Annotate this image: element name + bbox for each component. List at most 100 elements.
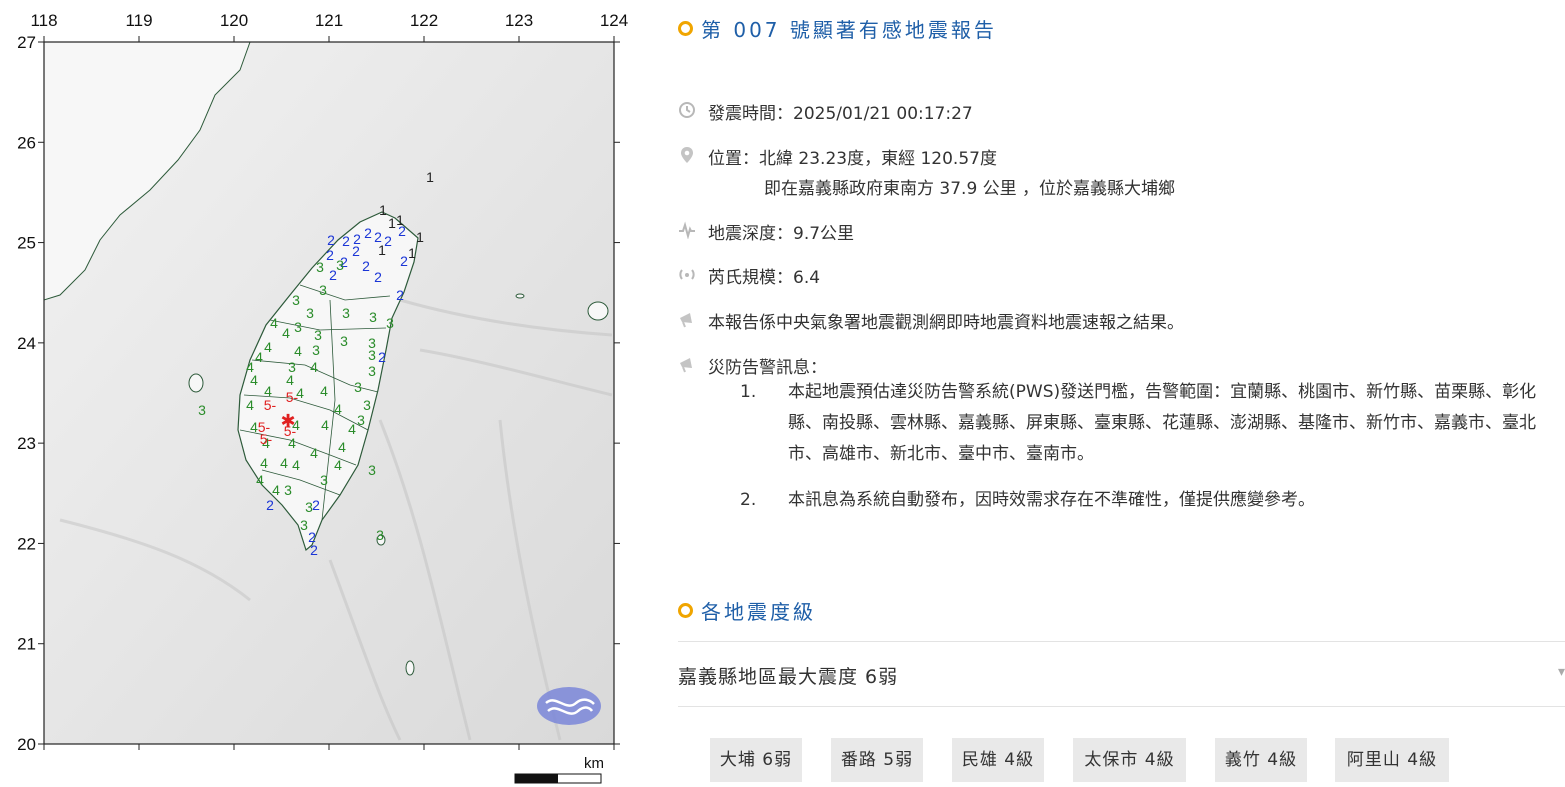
intensity-marker: 3 bbox=[305, 499, 313, 515]
intensity-marker: 4 bbox=[338, 439, 346, 455]
intensity-marker: 4 bbox=[270, 315, 278, 331]
scale-unit-label: km bbox=[584, 755, 604, 772]
megaphone-icon bbox=[678, 310, 696, 328]
intensity-marker: 4 bbox=[260, 455, 268, 471]
bullet-circle-icon bbox=[678, 21, 693, 36]
intensity-marker: 1 bbox=[388, 215, 396, 231]
station-chip[interactable]: 番路 5弱 bbox=[831, 738, 923, 782]
intensity-marker: 5- bbox=[260, 431, 273, 447]
intensity-marker: 4 bbox=[348, 421, 356, 437]
intensity-marker: 2 bbox=[266, 497, 274, 513]
map-svg: 118 119 120 121 122 123 1242726252423222120 11… bbox=[17, 11, 628, 784]
longitude-label: 121 bbox=[315, 11, 343, 30]
station-chip[interactable]: 民雄 4級 bbox=[952, 738, 1044, 782]
intensity-section-title: 各地震度級 bbox=[701, 600, 816, 624]
intensity-marker: 2 bbox=[396, 287, 404, 303]
intensity-marker: 4 bbox=[280, 455, 288, 471]
longitude-label: 118 bbox=[30, 11, 57, 30]
intensity-marker: 4 bbox=[320, 383, 328, 399]
latitude-label: 26 bbox=[17, 133, 36, 152]
intensity-marker: 3 bbox=[363, 397, 371, 413]
intensity-marker: 3 bbox=[357, 412, 365, 428]
intensity-marker: 2 bbox=[312, 497, 320, 513]
location-text: 位置：北緯 23.23度，東經 120.57度 bbox=[708, 149, 997, 169]
intensity-section-title-row: 各地震度級 bbox=[678, 596, 816, 625]
longitude-label: 119 bbox=[125, 11, 152, 30]
intensity-marker: 4 bbox=[246, 397, 254, 413]
megaphone-icon bbox=[678, 355, 696, 373]
intensity-marker: 3 bbox=[198, 402, 206, 418]
intensity-marker: 2 bbox=[398, 223, 406, 239]
latitude-label: 21 bbox=[17, 635, 36, 654]
intensity-marker: 3 bbox=[316, 259, 324, 275]
intensity-marker: 4 bbox=[255, 349, 263, 365]
intensity-marker: 2 bbox=[327, 232, 335, 248]
intensity-marker: 2 bbox=[362, 258, 370, 274]
location-row: 位置：北緯 23.23度，東經 120.57度 bbox=[678, 144, 997, 169]
intensity-marker: 4 bbox=[334, 457, 342, 473]
warning-2-text: 本訊息為系統自動發布，因時效需求存在不準確性，僅提供應變參考。 bbox=[788, 490, 1315, 510]
intensity-marker: 2 bbox=[364, 225, 372, 241]
intensity-marker: 3 bbox=[294, 319, 302, 335]
intensity-marker: 2 bbox=[342, 233, 350, 249]
station-chip[interactable]: 太保市 4級 bbox=[1073, 738, 1186, 782]
station-chip[interactable]: 義竹 4級 bbox=[1215, 738, 1307, 782]
intensity-marker: 3 bbox=[306, 305, 314, 321]
intensity-marker: 3 bbox=[292, 292, 300, 308]
intensity-marker: 1 bbox=[408, 245, 416, 261]
clock-icon bbox=[678, 101, 696, 119]
chevron-down-icon[interactable]: ▾ bbox=[1558, 664, 1565, 680]
warning-title-row: 災防告警訊息： bbox=[678, 353, 827, 378]
depth-row: 地震深度：9.7公里 bbox=[678, 219, 854, 244]
max-intensity-summary: 嘉義縣地區最大震度 6弱 bbox=[678, 666, 899, 688]
warning-title: 災防告警訊息： bbox=[708, 358, 827, 378]
intensity-marker: 3 bbox=[300, 517, 308, 533]
signal-icon bbox=[678, 265, 696, 283]
max-intensity-accordion[interactable]: 嘉義縣地區最大震度 6弱 ▾ bbox=[678, 641, 1565, 707]
report-panel: 第 007 號顯著有感地震報告 發震時間：2025/01/21 00:17:27… bbox=[678, 0, 1565, 787]
latitude-label: 22 bbox=[17, 534, 36, 553]
latitude-label: 27 bbox=[17, 33, 36, 52]
intensity-marker: 1 bbox=[416, 229, 424, 245]
epicenter-star-icon: ✱ bbox=[280, 411, 295, 432]
intensity-marker: 2 bbox=[352, 243, 360, 259]
location-detail: 即在嘉義縣政府東南方 37.9 公里 ，位於嘉義縣大埔鄉 bbox=[764, 179, 1176, 199]
intensity-marker: 4 bbox=[294, 343, 302, 359]
warning-1-text: 本起地震預估達災防告警系統(PWS)發送門檻，告警範圍：宜蘭縣、桃園市、新竹縣、… bbox=[788, 382, 1537, 464]
intensity-marker: 4 bbox=[286, 372, 294, 388]
intensity-marker: 3 bbox=[284, 482, 292, 498]
intensity-marker: 4 bbox=[334, 401, 342, 417]
longitude-label: 122 bbox=[410, 11, 438, 30]
intensity-marker: 3 bbox=[368, 363, 376, 379]
intensity-marker: 3 bbox=[368, 347, 376, 363]
intensity-marker: 3 bbox=[354, 379, 362, 395]
intensity-marker: 3 bbox=[319, 282, 327, 298]
depth-text: 地震深度：9.7公里 bbox=[708, 224, 855, 244]
warning-2-number: 2. bbox=[740, 490, 757, 510]
intensity-marker: 2 bbox=[400, 253, 408, 269]
intensity-marker: 4 bbox=[321, 417, 329, 433]
time-row: 發震時間：2025/01/21 00:17:27 bbox=[678, 99, 973, 124]
intensity-marker: 3 bbox=[336, 257, 344, 273]
intensity-marker: 2 bbox=[326, 247, 334, 263]
intensity-marker: 4 bbox=[292, 457, 300, 473]
magnitude-text: 芮氏規模：6.4 bbox=[708, 268, 821, 288]
latitude-label: 25 bbox=[17, 234, 36, 253]
report-title: 第 007 號顯著有感地震報告 bbox=[701, 18, 997, 42]
latitude-label: 20 bbox=[17, 735, 36, 754]
station-chip[interactable]: 阿里山 4級 bbox=[1335, 738, 1449, 782]
source-note-row: 本報告係中央氣象署地震觀測網即時地震資料地震速報之結果。 bbox=[678, 308, 1184, 333]
intensity-marker: 1 bbox=[379, 202, 387, 218]
longitude-label: 124 bbox=[600, 11, 628, 30]
intensity-marker: 3 bbox=[369, 309, 377, 325]
scale-bar: km bbox=[514, 755, 604, 784]
intensity-marker: 3 bbox=[368, 462, 376, 478]
intensity-marker: 3 bbox=[320, 472, 328, 488]
time-text: 發震時間：2025/01/21 00:17:27 bbox=[708, 104, 973, 124]
intensity-marker: 4 bbox=[256, 472, 264, 488]
agency-logo bbox=[537, 687, 601, 725]
station-chip[interactable]: 大埔 6弱 bbox=[710, 738, 802, 782]
intensity-marker: 3 bbox=[314, 327, 322, 343]
warning-1-number: 1. bbox=[740, 382, 757, 402]
intensity-marker: 4 bbox=[282, 325, 290, 341]
